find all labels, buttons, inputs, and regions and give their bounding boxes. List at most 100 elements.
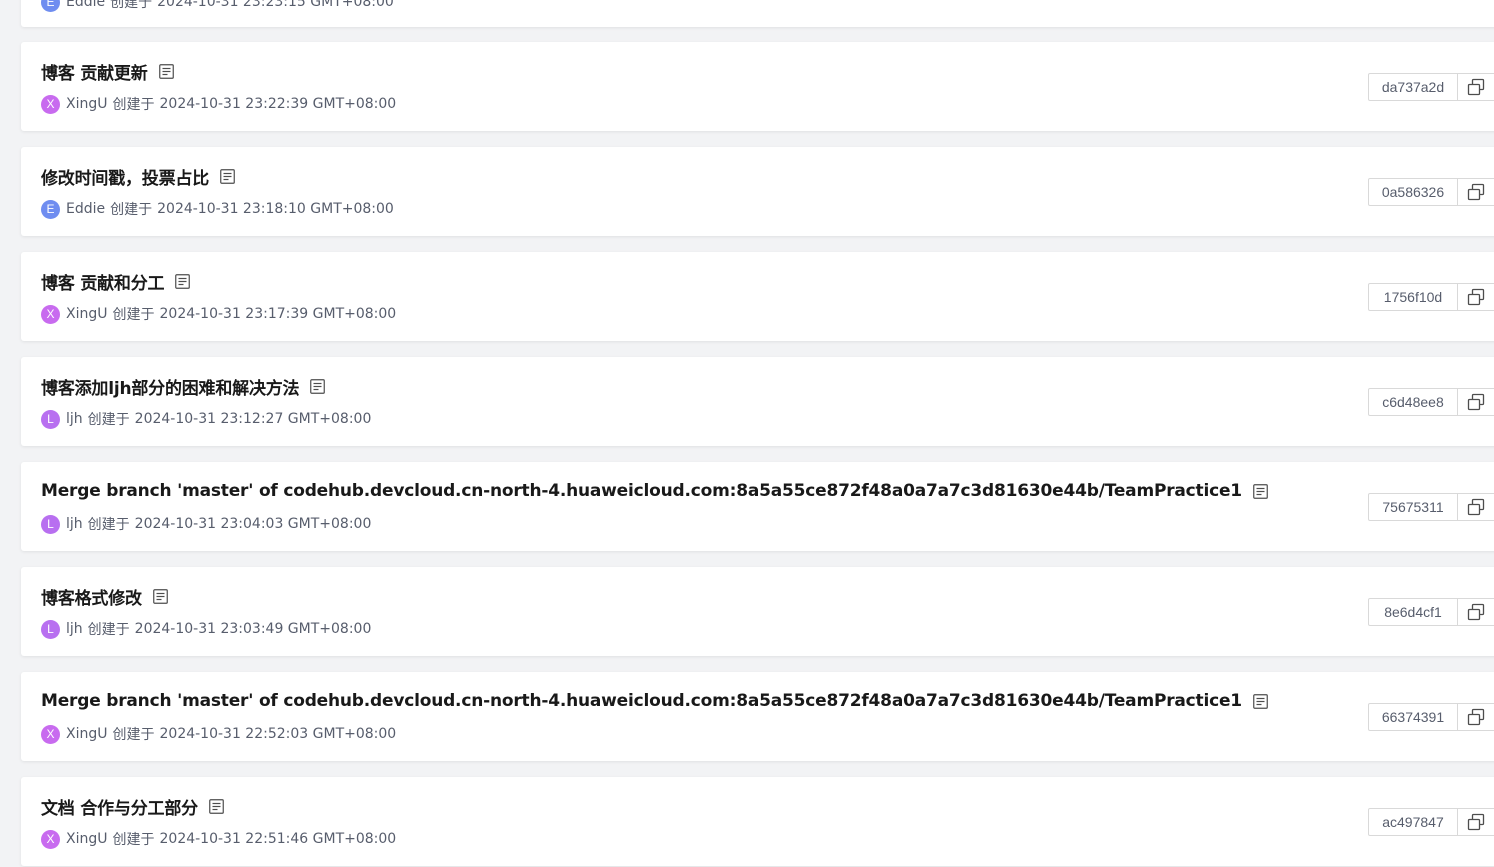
commit-title[interactable]: 博客 贡献和分工 (41, 269, 165, 294)
commit-card: 修改时间戳，投票占比 E Eddie 创建于 2024-10-31 23:18:… (21, 147, 1494, 236)
commit-hash-group: 66374391 (1368, 703, 1494, 731)
commit-meta: E Eddie 创建于 2024-10-31 23:23:15 GMT+08:0… (41, 0, 394, 12)
document-icon[interactable] (310, 378, 326, 394)
commit-timestamp: 2024-10-31 23:22:39 GMT+08:00 (159, 96, 397, 112)
commit-hash-group: da737a2d (1368, 73, 1494, 101)
commit-meta: X XingU 创建于 2024-10-31 23:17:39 GMT+08:0… (41, 304, 396, 324)
commit-timestamp: 2024-10-31 23:12:27 GMT+08:00 (134, 411, 372, 427)
commit-timestamp: 2024-10-31 22:51:46 GMT+08:00 (159, 831, 397, 847)
avatar: L (41, 619, 60, 639)
commit-title-row: 修改时间戳，投票占比 (41, 163, 235, 189)
avatar: L (41, 409, 60, 429)
commit-title-row: 博客格式修改 (41, 583, 168, 609)
commit-title[interactable]: Merge branch 'master' of codehub.devclou… (41, 481, 1242, 501)
copy-icon (1467, 708, 1485, 726)
commit-card: 博客格式修改 L ljh 创建于 2024-10-31 23:03:49 GMT… (21, 567, 1494, 656)
copy-icon (1467, 288, 1485, 306)
commit-hash-group: c6d48ee8 (1368, 388, 1494, 416)
commit-card: Merge branch 'master' of codehub.devclou… (21, 672, 1494, 761)
commit-title-row: 文档 合作与分工部分 (41, 793, 224, 819)
commit-hash-group: 1756f10d (1368, 283, 1494, 311)
author-name[interactable]: ljh (66, 516, 83, 532)
commit-title-row: 博客添加ljh部分的困难和解决方法 (41, 373, 326, 399)
commit-hash-group: 75675311 (1368, 493, 1494, 521)
author-name[interactable]: Eddie (66, 201, 105, 217)
commit-hash[interactable]: 75675311 (1368, 493, 1458, 521)
commit-meta: L ljh 创建于 2024-10-31 23:04:03 GMT+08:00 (41, 514, 371, 534)
author-name[interactable]: XingU (66, 831, 108, 847)
commit-card: 博客 贡献和分工 X XingU 创建于 2024-10-31 23:17:39… (21, 252, 1494, 341)
commit-meta: L ljh 创建于 2024-10-31 23:03:49 GMT+08:00 (41, 619, 371, 639)
avatar: E (41, 199, 60, 219)
commit-hash[interactable]: 0a586326 (1368, 178, 1458, 206)
avatar: X (41, 304, 60, 324)
copy-icon (1467, 603, 1485, 621)
copy-hash-button[interactable] (1458, 598, 1494, 626)
copy-hash-button[interactable] (1458, 808, 1494, 836)
commit-hash-group: 8e6d4cf1 (1368, 598, 1494, 626)
copy-icon (1467, 813, 1485, 831)
commit-timestamp: 2024-10-31 23:04:03 GMT+08:00 (134, 516, 372, 532)
document-icon[interactable] (175, 273, 191, 289)
author-name[interactable]: ljh (66, 621, 83, 637)
commit-hash[interactable]: 8e6d4cf1 (1368, 598, 1458, 626)
copy-hash-button[interactable] (1458, 703, 1494, 731)
document-icon[interactable] (209, 798, 224, 814)
copy-icon (1467, 393, 1485, 411)
copy-hash-button[interactable] (1458, 178, 1494, 206)
avatar: L (41, 514, 60, 534)
commit-list: E Eddie 创建于 2024-10-31 23:23:15 GMT+08:0… (0, 0, 1494, 867)
commit-timestamp: 2024-10-31 23:23:15 GMT+08:00 (157, 0, 394, 10)
document-icon[interactable] (152, 588, 168, 604)
author-name[interactable]: XingU (66, 306, 108, 322)
document-icon[interactable] (220, 168, 235, 184)
author-name[interactable]: XingU (66, 726, 108, 742)
commit-hash[interactable]: c6d48ee8 (1368, 388, 1458, 416)
document-icon[interactable] (158, 63, 174, 79)
commit-title-row: Merge branch 'master' of codehub.devclou… (41, 478, 1268, 504)
commit-card: 博客添加ljh部分的困难和解决方法 L ljh 创建于 2024-10-31 2… (21, 357, 1494, 446)
created-label: 创建于 (112, 832, 155, 848)
copy-hash-button[interactable] (1458, 493, 1494, 521)
document-icon[interactable] (1253, 693, 1268, 709)
created-label: 创建于 (112, 97, 155, 113)
commit-title[interactable]: Merge branch 'master' of codehub.devclou… (41, 691, 1242, 711)
avatar: E (41, 0, 60, 12)
copy-icon (1467, 498, 1485, 516)
copy-hash-button[interactable] (1458, 73, 1494, 101)
created-label: 创建于 (87, 412, 130, 428)
commit-meta: X XingU 创建于 2024-10-31 22:52:03 GMT+08:0… (41, 724, 396, 744)
commit-timestamp: 2024-10-31 23:03:49 GMT+08:00 (134, 621, 372, 637)
created-label: 创建于 (87, 517, 130, 533)
commit-title[interactable]: 博客 贡献更新 (41, 59, 148, 84)
commit-timestamp: 2024-10-31 22:52:03 GMT+08:00 (159, 726, 397, 742)
created-label: 创建于 (112, 727, 155, 743)
commit-title[interactable]: 博客格式修改 (41, 584, 142, 609)
copy-hash-button[interactable] (1458, 283, 1494, 311)
avatar: X (41, 724, 60, 744)
commit-hash-group: 0a586326 (1368, 178, 1494, 206)
commit-meta: X XingU 创建于 2024-10-31 23:22:39 GMT+08:0… (41, 94, 396, 114)
copy-icon (1467, 183, 1485, 201)
avatar: X (41, 94, 60, 114)
document-icon[interactable] (1253, 483, 1268, 499)
commit-card: 文档 合作与分工部分 X XingU 创建于 2024-10-31 22:51:… (21, 777, 1494, 866)
commit-hash[interactable]: 66374391 (1368, 703, 1458, 731)
author-name[interactable]: XingU (66, 96, 108, 112)
commit-timestamp: 2024-10-31 23:18:10 GMT+08:00 (157, 201, 394, 217)
commit-timestamp: 2024-10-31 23:17:39 GMT+08:00 (159, 306, 397, 322)
created-label: 创建于 (110, 202, 153, 218)
commit-hash[interactable]: ac497847 (1368, 808, 1458, 836)
commit-hash-group: ac497847 (1368, 808, 1494, 836)
commit-hash[interactable]: 1756f10d (1368, 283, 1458, 311)
commit-title[interactable]: 博客添加ljh部分的困难和解决方法 (41, 374, 300, 399)
commit-hash[interactable]: da737a2d (1368, 73, 1458, 101)
copy-hash-button[interactable] (1458, 388, 1494, 416)
author-name[interactable]: ljh (66, 411, 83, 427)
commit-title[interactable]: 修改时间戳，投票占比 (41, 164, 209, 189)
commit-card: 博客 贡献更新 X XingU 创建于 2024-10-31 23:22:39 … (21, 42, 1494, 131)
avatar: X (41, 829, 60, 849)
created-label: 创建于 (110, 0, 153, 11)
created-label: 创建于 (112, 307, 155, 323)
commit-title[interactable]: 文档 合作与分工部分 (41, 794, 198, 819)
